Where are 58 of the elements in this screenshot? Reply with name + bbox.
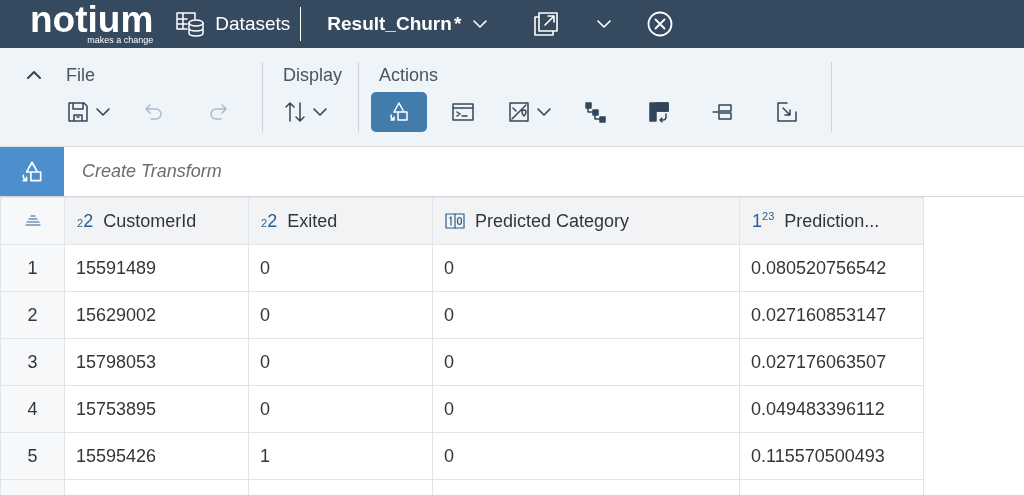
table-cell: 0	[260, 257, 270, 278]
table-cell: 0	[260, 398, 270, 419]
datasets-link[interactable]: Datasets	[215, 13, 291, 35]
table-cell: 15595426	[76, 445, 157, 466]
chevron-down-icon	[473, 19, 488, 29]
chevron-down-icon	[597, 19, 612, 29]
console-icon	[451, 100, 476, 124]
table-cell: 0	[444, 398, 454, 419]
type-mark: 1$^{23}$	[752, 210, 775, 232]
column-title: CustomerId	[103, 210, 197, 232]
chevron-down-icon	[96, 107, 110, 117]
table-cell: 0.027176063507	[751, 351, 887, 372]
table-cell: 0	[444, 257, 454, 278]
modified-indicator: *	[453, 13, 462, 35]
table-cell: 0.049483396112	[751, 398, 885, 419]
group-title: Display	[283, 64, 343, 87]
chevron-down-icon	[313, 107, 327, 117]
table-cell: 0.080520756542	[751, 257, 887, 278]
table-cell: 0	[260, 304, 270, 325]
table-cell: 15629002	[76, 304, 157, 325]
column-title: Predicted Category	[475, 210, 630, 232]
column-header[interactable]: Predicted Category	[432, 197, 740, 245]
row-number: 2	[27, 304, 38, 325]
import-icon	[775, 100, 800, 124]
table-cell: 0	[260, 351, 270, 372]
table-cell: 15753895	[76, 398, 157, 419]
column-move-icon	[647, 100, 672, 124]
save-icon	[66, 100, 90, 124]
external-window-icon	[533, 11, 560, 37]
column-title: Exited	[287, 210, 338, 232]
transform-button[interactable]	[0, 147, 64, 196]
row-number: 4	[27, 398, 38, 419]
document-title: Result_Churn	[327, 13, 452, 35]
table-cell: 0.115570500493	[751, 445, 885, 466]
close-icon	[647, 11, 674, 37]
category-type-icon	[445, 213, 465, 229]
logo-tagline: makes a change	[87, 34, 154, 45]
column-title: Prediction...	[784, 210, 880, 232]
map-edit-icon	[507, 100, 532, 124]
row-number: 5	[27, 445, 38, 466]
table-cell: 0	[444, 445, 454, 466]
chevron-down-icon	[537, 107, 552, 117]
table-cell: 0.027160853147	[751, 304, 887, 325]
brand-logo: notium	[30, 3, 154, 36]
column-header[interactable]: 1$^{23}$ Prediction...	[739, 197, 924, 245]
toolbar-button[interactable]	[371, 92, 428, 132]
table-cell: 0	[444, 351, 454, 372]
hierarchy-icon	[583, 100, 608, 124]
row-number: 3	[27, 351, 38, 372]
group-title: Actions	[379, 64, 440, 87]
row-number: 1	[27, 257, 38, 278]
table-cell: 1	[260, 445, 270, 466]
sort-arrows-icon	[283, 100, 307, 124]
table-cell: 0	[444, 304, 454, 325]
table-cell: 15798053	[76, 351, 157, 372]
table-cell: 15591489	[76, 257, 157, 278]
dataset-icon	[175, 11, 206, 37]
group-title: File	[66, 64, 96, 87]
